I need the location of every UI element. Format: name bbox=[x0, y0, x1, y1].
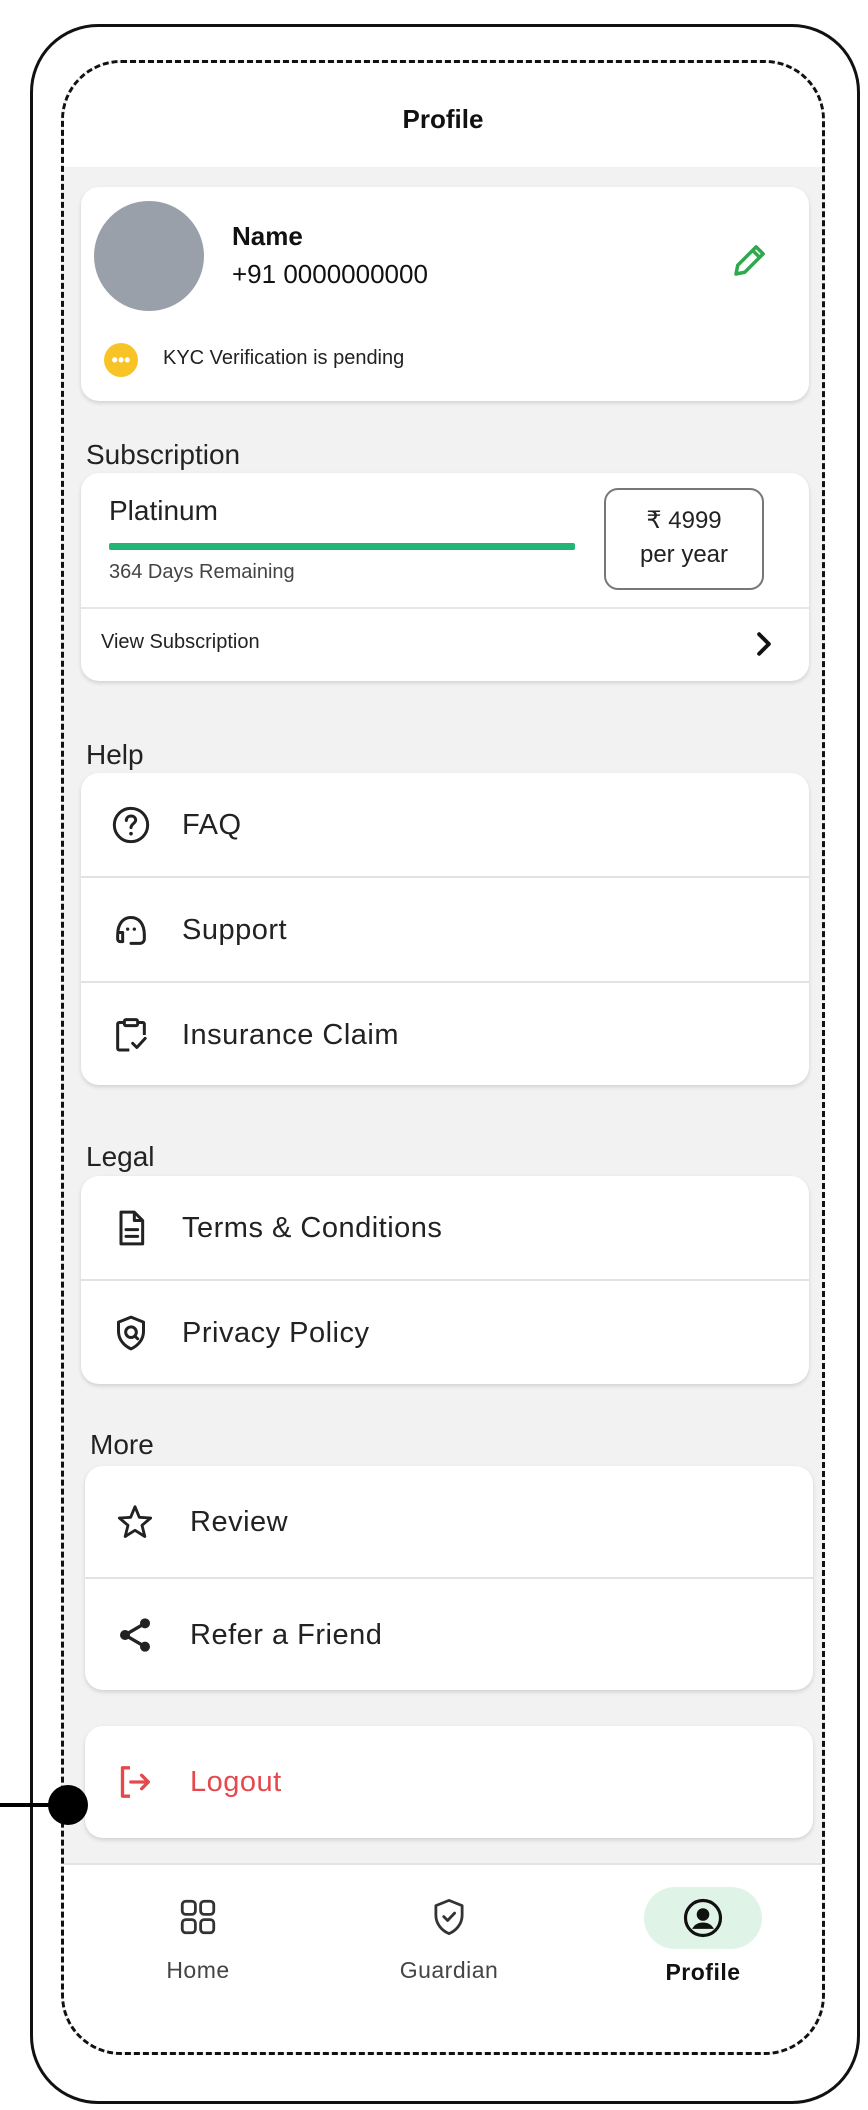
menu-item-label: Review bbox=[190, 1505, 289, 1538]
headset-icon bbox=[116, 915, 146, 945]
legal-card: Terms & Conditions Privacy Policy bbox=[81, 1176, 809, 1384]
nav-item-profile[interactable]: Profile bbox=[623, 1887, 783, 1986]
menu-item-label: Refer a Friend bbox=[190, 1618, 383, 1651]
menu-item-label: Terms & Conditions bbox=[182, 1211, 443, 1244]
user-circle-icon bbox=[683, 1898, 723, 1938]
view-subscription-label: View Subscription bbox=[101, 631, 260, 653]
question-circle-icon bbox=[112, 806, 150, 844]
clipboard-check-icon bbox=[116, 1018, 147, 1052]
logout-label: Logout bbox=[190, 1765, 282, 1798]
menu-item-label: FAQ bbox=[182, 808, 242, 841]
help-card: FAQ Support Insurance Claim bbox=[81, 773, 809, 1085]
menu-item-privacy[interactable]: Privacy Policy bbox=[81, 1281, 809, 1385]
plan-progress-bar bbox=[109, 543, 575, 550]
profile-phone: +91 0000000000 bbox=[232, 259, 428, 289]
nav-item-guardian[interactable]: Guardian bbox=[369, 1887, 529, 1984]
grid-icon bbox=[180, 1899, 216, 1935]
logout-button[interactable]: Logout bbox=[85, 1726, 813, 1838]
ellipsis-badge-icon: ••• bbox=[104, 343, 138, 377]
nav-label: Guardian bbox=[399, 1957, 499, 1983]
nav-label: Profile bbox=[665, 1959, 741, 1985]
menu-item-review[interactable]: Review bbox=[85, 1466, 813, 1578]
subscription-card: Platinum 364 Days Remaining ₹ 4999 per y… bbox=[81, 473, 809, 681]
logout-icon bbox=[120, 1766, 150, 1798]
menu-item-faq[interactable]: FAQ bbox=[81, 773, 809, 877]
nav-item-home[interactable]: Home bbox=[118, 1887, 278, 1984]
kyc-status: KYC Verification is pending bbox=[163, 347, 405, 369]
shield-check-icon bbox=[434, 1898, 464, 1936]
annotation-pointer-line bbox=[0, 1803, 50, 1807]
share-icon bbox=[120, 1618, 150, 1652]
menu-item-refer[interactable]: Refer a Friend bbox=[85, 1579, 813, 1691]
price-period: per year bbox=[639, 541, 729, 568]
annotation-pointer-dot bbox=[48, 1785, 88, 1825]
shield-lock-icon bbox=[117, 1315, 145, 1351]
plan-name: Platinum bbox=[109, 495, 218, 526]
chevron-right-icon bbox=[757, 632, 771, 656]
avatar[interactable] bbox=[94, 201, 204, 311]
profile-card: Name +91 0000000000 ••• KYC Verification… bbox=[81, 187, 809, 401]
menu-item-insurance-claim[interactable]: Insurance Claim bbox=[81, 983, 809, 1087]
section-title-subscription: Subscription bbox=[86, 439, 241, 470]
nav-label: Home bbox=[166, 1957, 230, 1983]
view-subscription-row[interactable]: View Subscription bbox=[81, 609, 809, 681]
more-card: Review Refer a Friend bbox=[85, 1466, 813, 1690]
menu-item-terms[interactable]: Terms & Conditions bbox=[81, 1176, 809, 1280]
page-title: Profile bbox=[402, 104, 484, 134]
app-screen: Profile Name +91 0000000000 ••• KYC Veri… bbox=[61, 60, 825, 2055]
pencil-icon[interactable] bbox=[729, 239, 771, 281]
price-amount: ₹ 4999 bbox=[646, 507, 722, 534]
top-app-bar: Profile bbox=[64, 63, 822, 167]
menu-item-label: Insurance Claim bbox=[182, 1018, 400, 1051]
bottom-navigation: Home Guardian Profile bbox=[64, 1863, 822, 2052]
price-badge: ₹ 4999 per year bbox=[604, 488, 764, 590]
document-icon bbox=[119, 1210, 145, 1246]
section-title-legal: Legal bbox=[86, 1141, 155, 1172]
logout-row: Logout bbox=[85, 1726, 813, 1838]
menu-item-label: Support bbox=[182, 913, 288, 946]
menu-item-support[interactable]: Support bbox=[81, 878, 809, 982]
star-outline-icon bbox=[117, 1505, 153, 1538]
profile-name: Name bbox=[232, 221, 303, 251]
days-remaining: 364 Days Remaining bbox=[109, 561, 295, 583]
menu-item-label: Privacy Policy bbox=[182, 1316, 370, 1349]
section-title-more: More bbox=[90, 1429, 154, 1460]
section-title-help: Help bbox=[86, 739, 144, 770]
